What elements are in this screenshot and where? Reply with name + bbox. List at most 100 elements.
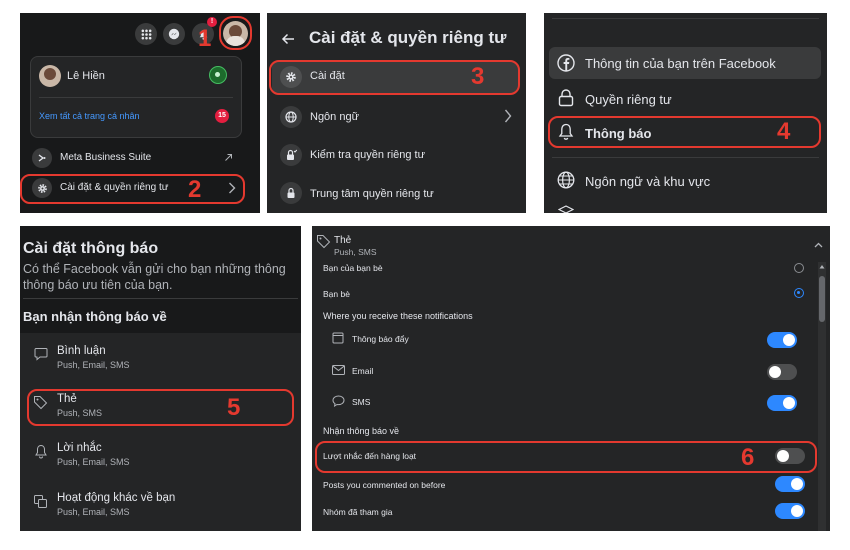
where-heading: Where you receive these notifications [323, 311, 473, 321]
profile-divider [39, 97, 233, 98]
menu-item-label: Kiểm tra quyền riêng tư [310, 149, 425, 161]
see-all-badge: 15 [215, 109, 229, 123]
description-line-1: Có thể Facebook vẫn gửi cho bạn những th… [23, 262, 286, 276]
comment-icon [34, 348, 48, 361]
messenger-button[interactable] [163, 23, 185, 45]
channel-row-sms[interactable]: SMS [312, 393, 812, 415]
item-title: Lời nhắc [57, 442, 102, 454]
radio-friends[interactable] [794, 288, 804, 298]
tag-icon [317, 235, 331, 249]
tags-notification-panel: Thẻ Push, SMS Bạn của bạn bè Bạn bè Wher… [312, 226, 830, 531]
switch-profile-icon[interactable] [209, 66, 227, 84]
about-heading: Nhận thông báo về [323, 426, 400, 436]
grid-icon [141, 29, 151, 39]
menu-item-label: Ngôn ngữ [310, 111, 359, 123]
switch-dot [215, 72, 220, 77]
about-label: Nhóm đã tham gia [323, 507, 393, 517]
toggle-joined-groups[interactable] [775, 503, 805, 519]
step-label-2: 2 [188, 176, 202, 203]
see-all-profiles-link[interactable]: Xem tất cả trang cá nhân [39, 111, 140, 121]
channel-label: SMS [352, 397, 371, 407]
meta-business-icon [32, 148, 52, 168]
lock-icon [558, 89, 574, 107]
list-item-other-activity[interactable]: Hoạt động khác về bạn Push, Email, SMS [20, 484, 301, 528]
meta-business-label: Meta Business Suite [60, 152, 152, 163]
panel3-divider [552, 157, 819, 158]
notification-settings-panel: Cài đặt thông báo Có thể Facebook vẫn gử… [20, 226, 301, 531]
scroll-up-icon[interactable] [819, 264, 825, 269]
toggle-sms[interactable] [767, 395, 797, 411]
email-icon [332, 365, 345, 375]
notification-list: Bình luận Push, Email, SMS Thẻ Push, SMS… [20, 333, 301, 531]
chevron-right-icon [504, 109, 512, 123]
page-title: Cài đặt thông báo [23, 240, 159, 257]
about-label: Posts you commented on before [323, 480, 446, 490]
menu-grid-button[interactable] [135, 23, 157, 45]
menu-item-label: Thông tin của bạn trên Facebook [585, 56, 776, 71]
back-arrow-icon[interactable] [281, 33, 295, 45]
profile-name: Lê Hiền [67, 70, 105, 82]
chevron-up-icon[interactable] [814, 242, 823, 248]
highlight-step-2 [20, 174, 245, 204]
activity-icon [34, 495, 47, 508]
menu-item-label: Ngôn ngữ và khu vực [585, 174, 711, 189]
globe-icon [280, 106, 302, 128]
sms-icon [332, 395, 345, 407]
list-item-comments[interactable]: Bình luận Push, Email, SMS [20, 337, 301, 381]
step-label-4: 4 [777, 118, 791, 145]
menu-item-privacy[interactable]: Quyền riêng tư [549, 83, 821, 115]
panel-title: Cài đặt & quyền riêng tư [309, 28, 507, 47]
menu-item-meta-business-suite[interactable]: Meta Business Suite [24, 145, 256, 171]
radio-label-friends-of-friends: Bạn của bạn bè [323, 263, 383, 273]
about-row-commented-posts[interactable]: Posts you commented on before [312, 476, 812, 498]
step-label-1: 1 [198, 25, 212, 52]
profile-avatar-hair [44, 68, 56, 80]
cube-icon [558, 205, 574, 213]
step-label-3: 3 [471, 63, 485, 90]
scrollbar-track[interactable] [818, 262, 826, 531]
about-row-joined-groups[interactable]: Nhóm đã tham gia [312, 502, 812, 524]
menu-item-language[interactable]: Ngôn ngữ [272, 101, 518, 133]
toggle-push[interactable] [767, 332, 797, 348]
item-title: Bình luận [57, 345, 106, 357]
menu-item-language-region[interactable]: Ngôn ngữ và khu vực [549, 165, 821, 197]
step-label-5: 5 [227, 394, 241, 421]
radio-label-friends: Bạn bè [323, 289, 350, 299]
list-item-reminders[interactable]: Lời nhắc Push, Email, SMS [20, 434, 301, 478]
facebook-icon [557, 54, 575, 72]
section-divider [23, 298, 298, 299]
tags-header[interactable]: Thẻ Push, SMS [312, 226, 830, 262]
menu-item-privacy-checkup[interactable]: Kiểm tra quyền riêng tư [272, 139, 518, 171]
lock-icon [280, 182, 302, 204]
profile-card: Lê Hiền Xem tất cả trang cá nhân 15 [30, 56, 242, 138]
channel-row-push[interactable]: Thông báo đẩy [312, 330, 812, 352]
section-heading: Bạn nhận thông báo về [23, 309, 167, 324]
scrollbar-thumb[interactable] [819, 276, 825, 322]
header-title: Thẻ [334, 235, 352, 246]
panel-top-divider [552, 18, 819, 19]
radio-friends-of-friends[interactable] [794, 263, 804, 273]
menu-item-label: Trung tâm quyền riêng tư [310, 188, 434, 200]
messenger-icon [168, 28, 180, 40]
highlight-step-1 [219, 16, 252, 50]
channel-label: Thông báo đẩy [352, 334, 409, 344]
step-label-6: 6 [741, 444, 755, 471]
description-line-2: thông báo ưu tiên của bạn. [23, 278, 173, 292]
bell-icon [35, 444, 47, 459]
channel-row-email[interactable]: Email [312, 362, 812, 384]
toggle-email[interactable] [767, 364, 797, 380]
menu-item-label: Quyền riêng tư [585, 92, 672, 107]
menu-item-privacy-center[interactable]: Trung tâm quyền riêng tư [272, 177, 518, 209]
push-notification-icon [332, 332, 344, 344]
globe-icon [557, 171, 575, 189]
toggle-commented-posts[interactable] [775, 476, 805, 492]
settings-menu-panel: Thông tin của bạn trên Facebook Quyền ri… [544, 13, 827, 213]
item-subtitle: Push, Email, SMS [57, 457, 130, 467]
lock-check-icon [280, 144, 302, 166]
profile-row[interactable]: Lê Hiền [31, 57, 241, 95]
external-arrow-icon [225, 154, 232, 161]
item-subtitle: Push, Email, SMS [57, 360, 130, 370]
highlight-step-5 [27, 389, 294, 426]
menu-item-your-info[interactable]: Thông tin của bạn trên Facebook [549, 47, 821, 79]
profile-avatar [39, 65, 61, 87]
